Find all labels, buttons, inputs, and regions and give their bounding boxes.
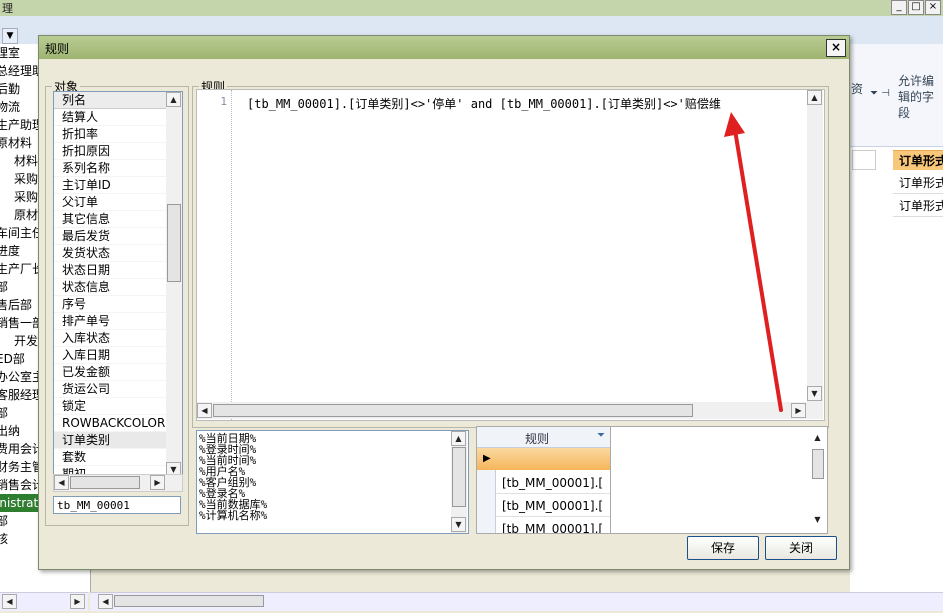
annotation-arrow-icon bbox=[724, 112, 783, 412]
